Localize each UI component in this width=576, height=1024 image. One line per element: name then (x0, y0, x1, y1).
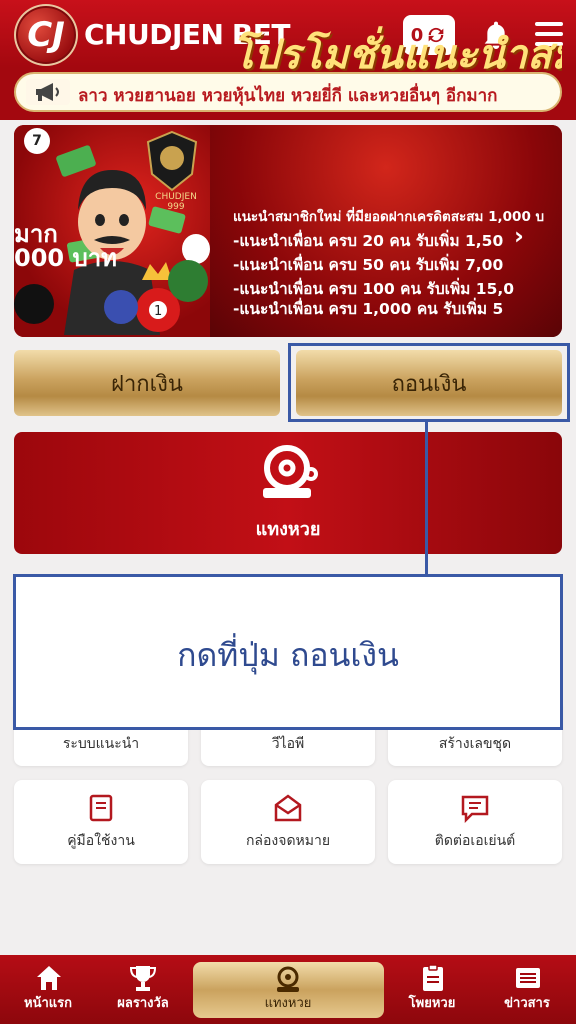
green-ball (168, 260, 208, 302)
banner-line-2: -แนะนำเพื่อน ครบ 20 คน รับเพิ่ม 1,50 (233, 232, 504, 250)
lottery-machine-nav-icon[interactable] (273, 965, 303, 995)
banner-line-3: -แนะนำเพื่อน ครบ 50 คน รับเพิ่ม 7,00 (233, 256, 504, 274)
deposit-button[interactable]: ฝากเงิน (14, 350, 280, 416)
nav-tickets-label[interactable]: โพยหวย (382, 992, 482, 1013)
banner-next-chevron-icon[interactable]: › (514, 222, 524, 250)
megaphone-icon (26, 79, 70, 105)
withdraw-highlight-box (288, 343, 570, 422)
nav-bet-label[interactable]: แทงหวย (238, 992, 338, 1013)
card-contact-agent-label: ติดต่อเอเย่นต์ (434, 833, 516, 849)
book-icon (89, 794, 113, 822)
banner-line-5: -แนะนำเพื่อน ครบ 1,000 คน รับเพิ่ม 5 (233, 300, 504, 318)
card-referral-label: ระบบแนะนำ (62, 736, 140, 752)
banner-line-1: แนะนำสมาชิกใหม่ ที่มียอดฝากเครดิตสะสม 1,… (233, 209, 545, 225)
eight-ball (14, 284, 54, 324)
tooltip-connector-line (425, 422, 428, 574)
deposit-label: ฝากเงิน (111, 371, 183, 397)
card-mailbox-label: กล่องจดหมาย (245, 833, 331, 849)
card-create-number-set-label: สร้างเลขชุด (438, 736, 512, 752)
lottery-machine-icon (263, 445, 318, 498)
blue-ball (104, 290, 138, 324)
svg-text:1: 1 (154, 304, 162, 319)
banner-brand: CHUDJEN 999 (155, 192, 197, 212)
bet-label: แทงหวย (255, 519, 321, 540)
lion-crest-icon (146, 130, 198, 192)
mail-icon (274, 794, 302, 822)
card-user-manual-label: คู่มือใช้งาน (67, 833, 135, 849)
logo-badge[interactable]: CJ (14, 4, 78, 66)
logo-mark: CJ (27, 15, 65, 55)
chat-icon (461, 795, 489, 823)
tooltip-text: กดที่ปุ่ม ถอนเงิน (177, 636, 399, 674)
home-icon[interactable] (34, 963, 64, 993)
marquee-text: ลาว หวยฮานอย หวยหุ้นไทย หวยยี่กี และหวยอ… (78, 86, 498, 106)
news-icon[interactable] (513, 963, 543, 993)
nav-news-label[interactable]: ข่าวสาร (477, 992, 576, 1013)
card-vip-label: วีไอพี (271, 736, 305, 752)
clipboard-icon[interactable] (418, 963, 448, 993)
brand-name-1: CHUDJEN (84, 18, 224, 51)
ball-seven-icon: 7 (24, 128, 50, 154)
trophy-icon[interactable] (128, 963, 158, 993)
nav-results-label[interactable]: ผลรางวัล (93, 992, 193, 1013)
banner-title: โปรโมชั่นแนะนำสมาชิก (232, 32, 562, 78)
nav-home-label[interactable]: หน้าแรก (0, 992, 98, 1013)
banner-left-line-2: 000 บาท (14, 244, 117, 272)
